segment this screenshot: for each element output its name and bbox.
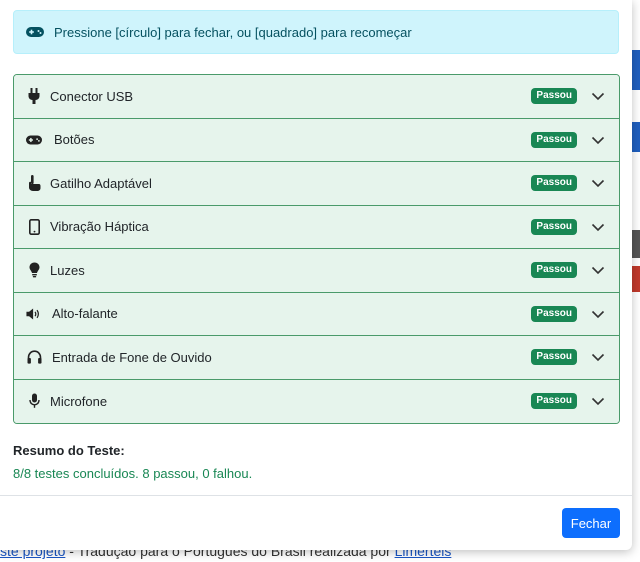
status-badge: Passou xyxy=(531,262,577,279)
test-list: Conector USB Passou Botões Passou Gatilh… xyxy=(13,74,620,424)
chevron-down-icon[interactable] xyxy=(591,176,605,190)
summary-title: Resumo do Teste: xyxy=(13,443,125,458)
plug-icon xyxy=(26,88,42,105)
headphones-icon xyxy=(26,349,42,365)
phone-icon xyxy=(26,218,42,235)
test-label: Vibração Háptica xyxy=(50,219,149,235)
chevron-down-icon[interactable] xyxy=(591,220,605,234)
test-label: Entrada de Fone de Ouvido xyxy=(52,349,212,365)
status-badge: Passou xyxy=(531,218,577,235)
chevron-down-icon[interactable] xyxy=(591,89,605,103)
test-item-usb[interactable]: Conector USB Passou xyxy=(14,75,619,119)
test-item-adaptive-trigger[interactable]: Gatilho Adaptável Passou xyxy=(14,162,619,206)
speaker-icon xyxy=(26,306,42,322)
test-label: Alto-falante xyxy=(52,306,118,322)
chevron-down-icon[interactable] xyxy=(591,394,605,408)
instruction-alert: Pressione [círculo] para fechar, ou [qua… xyxy=(13,10,619,54)
test-item-speaker[interactable]: Alto-falante Passou xyxy=(14,292,619,336)
footer-divider xyxy=(0,495,632,496)
lightbulb-icon xyxy=(26,262,42,278)
close-button[interactable]: Fechar xyxy=(562,508,620,538)
test-item-microphone[interactable]: Microfone Passou xyxy=(14,379,619,423)
test-label: Microfone xyxy=(50,393,108,409)
status-badge: Passou xyxy=(531,175,577,192)
status-badge: Passou xyxy=(531,88,577,105)
chevron-down-icon[interactable] xyxy=(591,350,605,364)
test-results-modal: Pressione [círculo] para fechar, ou [qua… xyxy=(0,0,632,550)
gamepad-icon xyxy=(26,132,42,148)
status-badge: Passou xyxy=(531,131,577,148)
test-item-lights[interactable]: Luzes Passou xyxy=(14,249,619,293)
microphone-icon xyxy=(26,393,42,409)
chevron-down-icon[interactable] xyxy=(591,307,605,321)
alert-text: Pressione [círculo] para fechar, ou [qua… xyxy=(54,24,412,40)
chevron-down-icon[interactable] xyxy=(591,133,605,147)
status-badge: Passou xyxy=(531,349,577,366)
test-item-headphone-jack[interactable]: Entrada de Fone de Ouvido Passou xyxy=(14,336,619,380)
status-badge: Passou xyxy=(531,393,577,410)
status-badge: Passou xyxy=(531,305,577,322)
test-label: Botões xyxy=(54,132,95,148)
chevron-down-icon[interactable] xyxy=(591,263,605,277)
test-item-buttons[interactable]: Botões Passou xyxy=(14,118,619,162)
test-label: Conector USB xyxy=(50,88,134,104)
gamepad-icon xyxy=(26,27,44,37)
hand-pointer-icon xyxy=(26,175,42,192)
test-label: Gatilho Adaptável xyxy=(50,175,152,191)
summary-text: 8/8 testes concluídos. 8 passou, 0 falho… xyxy=(13,466,253,481)
test-item-haptic[interactable]: Vibração Háptica Passou xyxy=(14,205,619,249)
test-label: Luzes xyxy=(50,262,85,278)
